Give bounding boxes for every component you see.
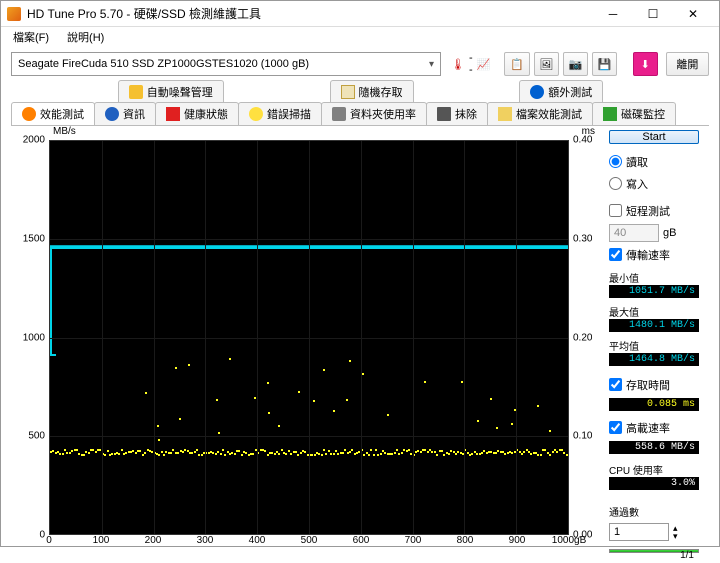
menu-file[interactable]: 檔案(F) [5, 27, 57, 47]
circle-icon [530, 85, 544, 99]
max-value: 1480.1 MB/s [609, 319, 699, 332]
file-icon [341, 85, 355, 99]
access-value: 0.085 ms [609, 398, 699, 411]
min-value: 1051.7 MB/s [609, 285, 699, 298]
tab-benchmark[interactable]: 效能測試 [11, 102, 95, 125]
tab-error-scan[interactable]: 錯誤掃描 [238, 102, 322, 125]
plot-canvas [49, 140, 569, 535]
camera-button[interactable]: 📷 [563, 52, 588, 76]
copy-button[interactable]: 📋 [504, 52, 529, 76]
heart-icon [166, 107, 180, 121]
transfer-rate-check[interactable]: 傳輸速率 [609, 246, 699, 264]
screenshot-button[interactable]: 🖼 [534, 52, 559, 76]
short-test-check[interactable]: 短程測試 [609, 202, 699, 220]
cpu-value: 3.0% [609, 477, 699, 490]
short-test-size [609, 224, 659, 242]
pass-input[interactable] [609, 523, 669, 541]
progress-bar: 1/1 [609, 549, 699, 553]
temperature-value: -- [469, 52, 473, 76]
transfer-line-dip [50, 246, 56, 356]
access-time-check[interactable]: 存取時間 [609, 376, 699, 394]
write-radio[interactable]: 寫入 [609, 175, 699, 193]
device-dropdown[interactable]: Seagate FireCuda 510 SSD ZP1000GSTES1020… [11, 52, 441, 76]
save-button[interactable]: 💾 [592, 52, 617, 76]
maximize-button[interactable]: ☐ [633, 2, 673, 26]
temp-graph-icon: 📈 [477, 58, 491, 71]
tab-health[interactable]: 健康狀態 [155, 102, 239, 125]
tab-extra-tests[interactable]: 額外測試 [519, 80, 603, 103]
chevron-down-icon: ▾ [429, 59, 434, 70]
chart-area: MB/s ms 2000150010005000 0.400.300.200.1… [21, 128, 599, 553]
tab-info[interactable]: 資訊 [94, 102, 156, 125]
window-title: HD Tune Pro 5.70 - 硬碟/SSD 檢測維護工具 [27, 5, 593, 22]
y-left-unit: MB/s [53, 126, 76, 137]
minimize-button[interactable]: ─ [593, 2, 633, 26]
info-icon [105, 107, 119, 121]
tab-noise[interactable]: 自動噪聲管理 [118, 80, 224, 103]
read-radio[interactable]: 讀取 [609, 153, 699, 171]
pass-stepper[interactable]: ▴▾ [673, 524, 678, 540]
tab-disk-monitor[interactable]: 磁碟監控 [592, 102, 676, 125]
down-arrow-button[interactable]: ⬇ [633, 52, 658, 76]
tab-file-benchmark[interactable]: 檔案效能測試 [487, 102, 593, 125]
start-button[interactable]: Start [609, 130, 699, 144]
avg-value: 1464.8 MB/s [609, 353, 699, 366]
trash-icon [437, 107, 451, 121]
exit-button[interactable]: 離開 [666, 52, 709, 76]
tab-erase[interactable]: 抹除 [426, 102, 488, 125]
magnifier-icon [249, 107, 263, 121]
thermometer-icon: 🌡 [451, 58, 465, 71]
app-icon [7, 7, 21, 21]
tab-folder-usage[interactable]: 資料夾使用率 [321, 102, 427, 125]
database-icon [332, 107, 346, 121]
menu-help[interactable]: 說明(H) [59, 27, 112, 47]
device-selected: Seagate FireCuda 510 SSD ZP1000GSTES1020… [18, 58, 309, 70]
gauge-icon [22, 107, 36, 121]
tab-random-access[interactable]: 隨機存取 [330, 80, 414, 103]
folder-icon [498, 107, 512, 121]
burst-rate-check[interactable]: 高載速率 [609, 419, 699, 437]
disk-icon [603, 107, 617, 121]
burst-value: 558.6 MB/s [609, 441, 699, 454]
close-button[interactable]: ✕ [673, 2, 713, 26]
speaker-icon [129, 85, 143, 99]
